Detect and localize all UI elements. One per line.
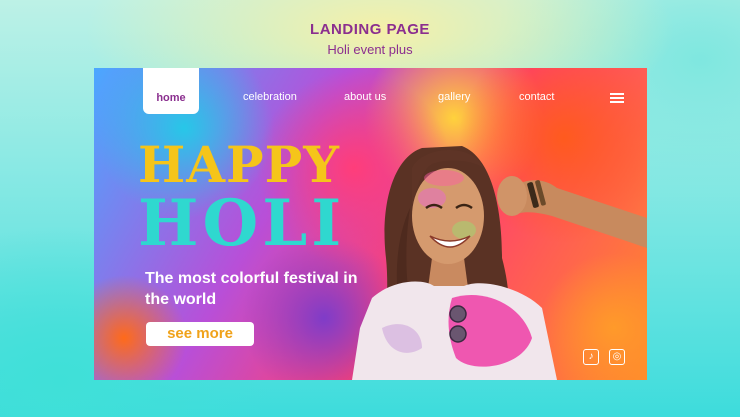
instagram-icon[interactable]: ◎ [609,349,625,365]
tiktok-icon[interactable]: ♪ [583,349,599,365]
see-more-button[interactable]: see more [146,322,254,346]
nav-item-home[interactable]: home [143,68,199,114]
smiling-woman-photo [352,146,647,380]
hamburger-menu-icon[interactable] [610,93,624,103]
top-navigation: home celebration about us gallery contac… [94,68,647,114]
page-title: LANDING PAGE [310,21,430,38]
headline-holi: HOLI [138,186,346,261]
headline-happy: HAPPY [138,135,340,194]
page-subtitle: Holi event plus [327,42,413,57]
nav-item-celebration[interactable]: celebration [243,91,297,103]
hero-tagline: The most colorful festival in the world [145,270,358,308]
nav-item-contact[interactable]: contact [519,91,554,103]
nav-item-gallery[interactable]: gallery [438,91,470,103]
landing-page-mockup: home celebration about us gallery contac… [94,68,647,380]
nav-item-about-us[interactable]: about us [344,91,386,103]
